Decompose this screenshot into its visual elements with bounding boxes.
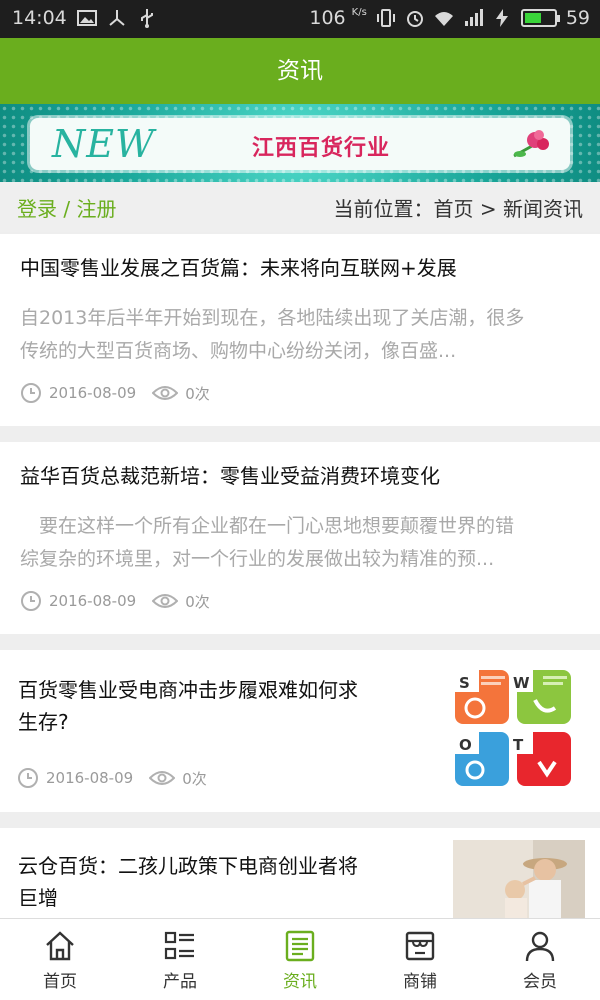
nav-label: 首页 xyxy=(43,972,77,992)
wifi-icon xyxy=(434,12,453,26)
nav-news[interactable]: 资讯 xyxy=(240,919,360,1000)
swot-letter: W xyxy=(513,674,530,692)
banner-new-tag: NEW xyxy=(52,122,156,166)
nav-home[interactable]: 首页 xyxy=(0,919,120,1000)
signal-icon xyxy=(464,9,483,26)
article-views: 0次 xyxy=(185,384,210,403)
article-date: 2016-08-09 xyxy=(49,384,137,402)
net-speed: 106 K/s xyxy=(309,7,367,29)
page-header: 资讯 xyxy=(0,38,600,104)
login-register-link[interactable]: 登录 / 注册 xyxy=(17,193,116,222)
article-date: 2016-08-09 xyxy=(49,592,137,610)
status-time: 14:04 xyxy=(12,7,67,29)
eye-icon xyxy=(152,386,179,400)
article-summary: 要在这样一个所有企业都在一门心思地想要颠覆世界的错 综复杂的环境里，对一个行业的… xyxy=(20,515,515,570)
article-meta: 2016-08-09 0次 xyxy=(20,590,210,612)
article-meta: 2016-08-09 0次 xyxy=(17,767,207,789)
article-meta: 2016-08-09 0次 xyxy=(20,382,210,404)
article-title: 中国零售业发展之百货篇：未来将向互联网+发展 xyxy=(20,256,457,280)
swot-letter: O xyxy=(459,736,472,754)
nav-products[interactable]: 产品 xyxy=(120,919,240,1000)
article-title: 益华百货总裁范新培：零售业受益消费环境变化 xyxy=(20,464,440,488)
list-icon xyxy=(164,931,194,960)
swot-letter: T xyxy=(513,736,524,754)
store-icon xyxy=(405,931,435,961)
status-bar: 14:04 106 K/s 59 xyxy=(0,0,600,38)
bottom-nav: 首页 产品 资讯 商铺 会员 xyxy=(0,918,600,1000)
eye-icon xyxy=(149,771,176,785)
article-item[interactable]: 益华百货总裁范新培：零售业受益消费环境变化 要在这样一个所有企业都在一门心思地想… xyxy=(0,442,600,634)
clock-icon xyxy=(21,591,41,611)
nav-label: 资讯 xyxy=(283,972,317,992)
article-item[interactable]: 云仓百货：二孩儿政策下电商创业者将 巨增 xyxy=(0,828,600,918)
breadcrumb: 当前位置：首页 > 新闻资讯 xyxy=(333,197,583,221)
home-icon xyxy=(46,931,74,961)
flower-icon xyxy=(513,130,549,158)
page-title: 资讯 xyxy=(277,58,323,84)
article-thumbnail: S W O T xyxy=(455,670,571,786)
article-title: 云仓百货：二孩儿政策下电商创业者将 巨增 xyxy=(18,854,358,910)
banner[interactable]: NEW 江西百货行业 xyxy=(0,104,600,182)
nav-member[interactable]: 会员 xyxy=(480,919,600,1000)
article-item[interactable]: 百货零售业受电商冲击步履艰难如何求 生存? 2016-08-09 0次 S W … xyxy=(0,650,600,812)
breadcrumb-bar: 登录 / 注册 当前位置：首页 > 新闻资讯 xyxy=(0,182,600,232)
eye-icon xyxy=(152,594,179,608)
usb-icon xyxy=(140,9,153,28)
banner-card: NEW 江西百货行业 xyxy=(30,118,570,170)
nav-label: 会员 xyxy=(523,972,557,992)
nav-stores[interactable]: 商铺 xyxy=(360,919,480,1000)
article-item[interactable]: 中国零售业发展之百货篇：未来将向互联网+发展 自2013年后半年开始到现在，各地… xyxy=(0,234,600,426)
user-icon xyxy=(525,931,555,962)
banner-title: 江西百货行业 xyxy=(252,136,391,161)
swot-letter: S xyxy=(459,674,470,692)
battery-level: 59 xyxy=(565,7,590,29)
article-thumbnail xyxy=(453,840,585,918)
image-icon xyxy=(76,10,97,26)
article-summary: 自2013年后半年开始到现在，各地陆续出现了关店潮，很多 传统的大型百货商场、购… xyxy=(20,307,525,362)
article-title: 百货零售业受电商冲击步履艰难如何求 生存? xyxy=(18,678,358,734)
clock-icon xyxy=(21,383,41,403)
article-date: 2016-08-09 xyxy=(46,769,134,787)
article-views: 0次 xyxy=(182,769,207,788)
nav-label: 商铺 xyxy=(403,972,437,992)
nav-label: 产品 xyxy=(163,972,197,992)
alarm-icon xyxy=(406,11,423,27)
charging-icon xyxy=(495,9,508,27)
network-share-icon xyxy=(109,10,125,26)
battery-indicator xyxy=(520,9,560,27)
news-icon xyxy=(285,930,315,962)
article-views: 0次 xyxy=(185,592,210,611)
vibrate-icon xyxy=(376,9,395,27)
clock-icon xyxy=(18,768,38,788)
